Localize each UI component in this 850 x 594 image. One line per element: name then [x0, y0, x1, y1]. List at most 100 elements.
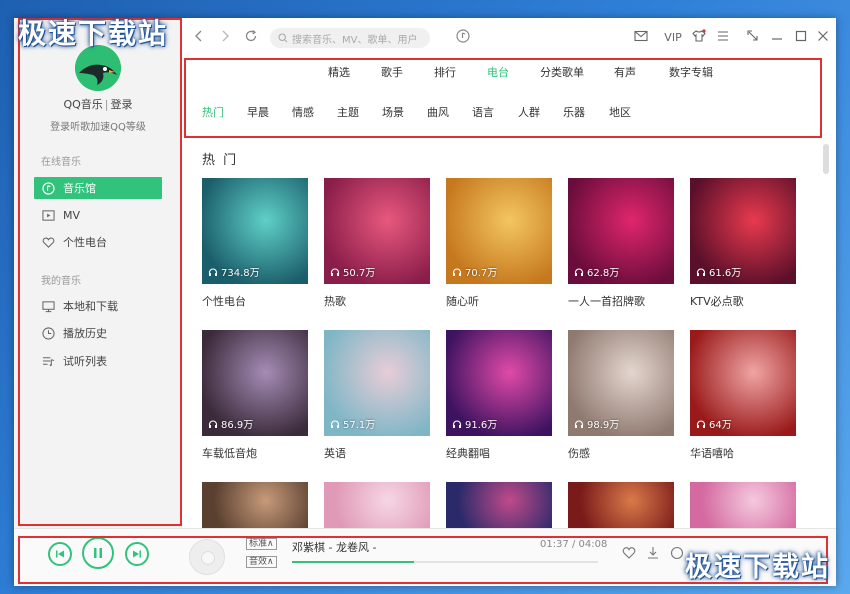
vip-button[interactable]: VIP — [660, 29, 686, 47]
radio-card[interactable]: 734.8万个性电台 — [202, 178, 308, 309]
skin-button[interactable] — [690, 29, 708, 47]
radio-cover[interactable]: 61.6万 — [690, 178, 796, 284]
radio-card[interactable] — [690, 482, 796, 528]
tab-subcategory[interactable]: 情感 — [292, 104, 314, 120]
radio-cover[interactable]: 86.9万 — [202, 330, 308, 436]
radio-card[interactable]: 62.8万一人一首招牌歌 — [568, 178, 674, 309]
play-count-value: 62.8万 — [587, 268, 620, 279]
radio-card[interactable]: 70.7万随心听 — [446, 178, 552, 309]
quality-tag[interactable]: 标准∧ — [246, 538, 277, 550]
radio-cover[interactable]: 50.7万 — [324, 178, 430, 284]
radio-cover[interactable]: 62.8万 — [568, 178, 674, 284]
radio-card[interactable]: 86.9万车载低音炮 — [202, 330, 308, 461]
radio-name[interactable]: 车载低音炮 — [202, 445, 308, 461]
radio-card[interactable]: 98.9万伤感 — [568, 330, 674, 461]
radio-cover[interactable] — [202, 482, 308, 528]
radio-cover[interactable]: 98.9万 — [568, 330, 674, 436]
radio-cover[interactable]: 57.1万 — [324, 330, 430, 436]
radio-name[interactable]: 热歌 — [324, 293, 430, 309]
radio-cover[interactable] — [690, 482, 796, 528]
tab-subcategory[interactable]: 主题 — [337, 104, 359, 120]
refresh-icon — [245, 29, 257, 42]
play-count: 61.6万 — [696, 264, 741, 279]
user-login[interactable]: QQ音乐 | 登录 — [14, 96, 182, 112]
sidebar-item-history[interactable]: 播放历史 — [34, 322, 162, 344]
tab-subcategory[interactable]: 乐器 — [563, 104, 585, 120]
tab-subcategory[interactable]: 热门 — [202, 104, 224, 120]
shirt-icon — [692, 29, 706, 42]
headphones-icon — [452, 419, 462, 428]
pause-button[interactable] — [82, 537, 114, 569]
radio-name[interactable]: KTV必点歌 — [690, 293, 796, 309]
mini-mode-button[interactable] — [744, 29, 762, 47]
radio-name[interactable]: 一人一首招牌歌 — [568, 293, 674, 309]
headphones-icon — [452, 267, 462, 276]
search-placeholder: 搜索音乐、MV、歌单、用户 — [292, 34, 418, 46]
tab-category[interactable]: 有声 — [614, 64, 636, 80]
tab-subcategory[interactable]: 地区 — [609, 104, 631, 120]
radio-card[interactable] — [324, 482, 430, 528]
radio-name[interactable]: 华语嘻哈 — [690, 445, 796, 461]
radio-card[interactable]: 57.1万英语 — [324, 330, 430, 461]
radio-card[interactable] — [446, 482, 552, 528]
play-count-value: 734.8万 — [221, 268, 260, 279]
minimize-button[interactable] — [768, 29, 786, 47]
maximize-button[interactable] — [792, 29, 810, 47]
sidebar-item-music-hall[interactable]: 音乐馆 — [34, 177, 162, 199]
radio-name[interactable]: 经典翻唱 — [446, 445, 552, 461]
tab-category[interactable]: 数字专辑 — [669, 64, 713, 80]
progress-bar[interactable] — [292, 561, 598, 563]
radio-name[interactable]: 伤感 — [568, 445, 674, 461]
close-button[interactable] — [814, 29, 832, 47]
album-disc[interactable] — [189, 539, 225, 575]
sidebar-item-radio[interactable]: 个性电台 — [34, 231, 162, 253]
radio-cover[interactable]: 70.7万 — [446, 178, 552, 284]
download-button[interactable] — [644, 546, 662, 564]
radio-card[interactable]: 50.7万热歌 — [324, 178, 430, 309]
radio-name[interactable]: 个性电台 — [202, 293, 308, 309]
tab-subcategory[interactable]: 场景 — [382, 104, 404, 120]
radio-cover[interactable]: 64万 — [690, 330, 796, 436]
menu-button[interactable] — [714, 29, 732, 47]
radio-cover[interactable] — [568, 482, 674, 528]
radio-card[interactable]: 61.6万 KTV必点歌 — [690, 178, 796, 309]
back-button[interactable] — [190, 29, 208, 47]
mail-icon — [634, 30, 648, 42]
sidebar-item-trial-list[interactable]: 试听列表 — [34, 350, 162, 372]
prev-button[interactable] — [48, 542, 72, 566]
effect-tag[interactable]: 音效∧ — [246, 556, 277, 568]
tab-subcategory[interactable]: 语言 — [472, 104, 494, 120]
search-input[interactable]: 搜索音乐、MV、歌单、用户 — [270, 28, 430, 48]
radio-card[interactable] — [568, 482, 674, 528]
song-title[interactable]: 邓紫棋 - 龙卷风 - — [292, 539, 376, 555]
login-link[interactable]: 登录 — [111, 98, 133, 111]
radio-card[interactable]: 91.6万经典翻唱 — [446, 330, 552, 461]
radio-card[interactable] — [202, 482, 308, 528]
radio-name[interactable]: 随心听 — [446, 293, 552, 309]
mail-button[interactable] — [632, 29, 650, 47]
sidebar-item-local-download[interactable]: 本地和下载 — [34, 295, 162, 317]
tab-category[interactable]: 分类歌单 — [540, 64, 584, 80]
radio-card[interactable]: 64万华语嘻哈 — [690, 330, 796, 461]
tab-subcategory[interactable]: 曲风 — [427, 104, 449, 120]
tab-subcategory[interactable]: 早晨 — [247, 104, 269, 120]
refresh-button[interactable] — [242, 29, 260, 47]
tab-category[interactable]: 电台 — [487, 64, 509, 80]
scrollbar-thumb[interactable] — [823, 144, 829, 174]
radio-cover[interactable]: 91.6万 — [446, 330, 552, 436]
recognize-button[interactable] — [454, 29, 472, 47]
tab-category[interactable]: 精选 — [328, 64, 350, 80]
tab-category[interactable]: 排行 — [434, 64, 456, 80]
play-count: 50.7万 — [330, 264, 375, 279]
radio-cover[interactable]: 734.8万 — [202, 178, 308, 284]
like-button[interactable] — [620, 546, 638, 564]
tab-category[interactable]: 歌手 — [381, 64, 403, 80]
radio-name[interactable]: 英语 — [324, 445, 430, 461]
next-button[interactable] — [125, 542, 149, 566]
forward-button[interactable] — [216, 29, 234, 47]
tab-subcategory[interactable]: 人群 — [518, 104, 540, 120]
sidebar-item-mv[interactable]: MV — [34, 204, 162, 226]
radio-cover[interactable] — [324, 482, 430, 528]
radio-cover[interactable] — [446, 482, 552, 528]
comment-button[interactable] — [668, 546, 686, 564]
